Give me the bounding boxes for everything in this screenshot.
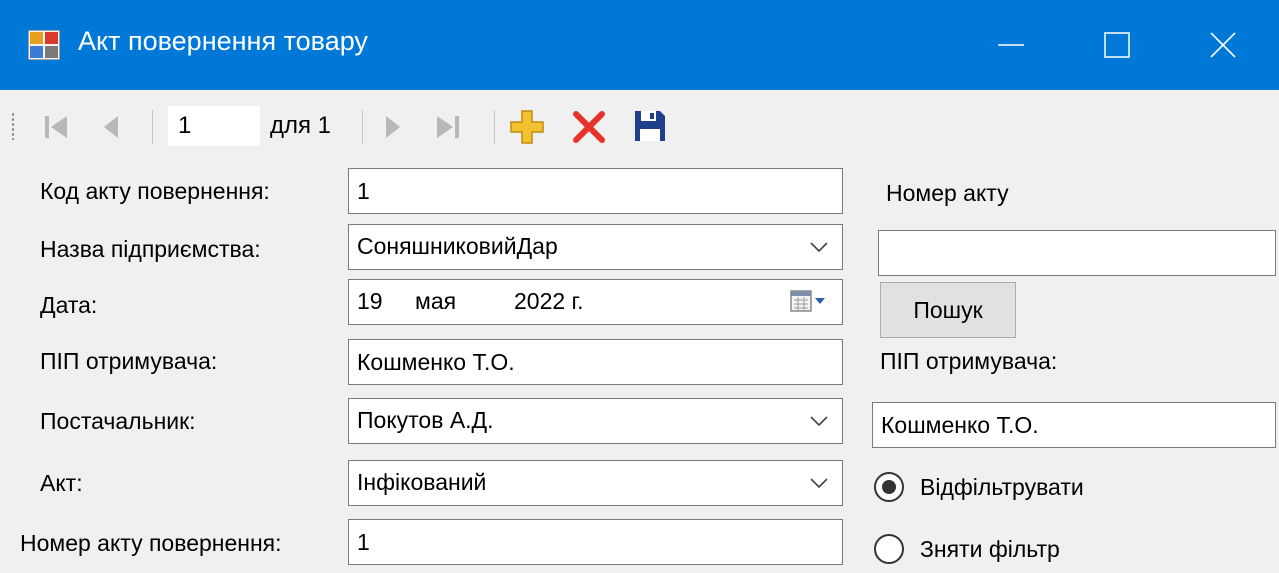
close-icon xyxy=(1210,32,1236,58)
window-title: Акт повернення товару xyxy=(78,26,368,56)
app-form-icon xyxy=(28,30,60,60)
delete-icon[interactable] xyxy=(570,108,608,146)
chevron-down-icon[interactable] xyxy=(810,477,828,489)
code-label: Код акту повернення: xyxy=(40,178,270,204)
act-number-label: Номер акту повернення: xyxy=(20,530,282,556)
recipient-label: ПІП отримувача: xyxy=(40,348,218,374)
search-button[interactable]: Пошук xyxy=(880,282,1016,338)
date-picker[interactable]: 19 мая 2022 г. xyxy=(348,279,843,325)
add-new-icon[interactable] xyxy=(508,108,546,146)
move-first-icon[interactable] xyxy=(40,110,74,144)
toolbar-separator xyxy=(494,110,495,144)
act-value: Інфікований xyxy=(357,469,487,495)
chevron-down-icon[interactable] xyxy=(810,241,828,253)
code-field[interactable] xyxy=(348,168,843,214)
search-act-number-label: Номер акту xyxy=(886,180,1009,206)
minimize-button[interactable] xyxy=(966,0,1056,90)
company-label: Назва підприємства: xyxy=(40,236,261,262)
position-input[interactable] xyxy=(168,106,260,146)
toolbar-grip[interactable] xyxy=(11,112,15,140)
search-act-number-input[interactable] xyxy=(879,231,1275,275)
filter-radio[interactable] xyxy=(874,472,904,502)
clear-filter-radio[interactable] xyxy=(874,534,904,564)
date-label: Дата: xyxy=(40,292,98,318)
code-input[interactable] xyxy=(349,169,842,213)
search-recipient-field[interactable] xyxy=(872,402,1276,448)
act-label: Акт: xyxy=(40,470,83,496)
toolbar-separator xyxy=(362,110,363,144)
radio-selected-dot xyxy=(882,480,896,494)
move-last-icon[interactable] xyxy=(430,110,464,144)
date-month[interactable]: мая xyxy=(415,288,456,315)
record-count-label: для 1 xyxy=(270,112,332,139)
toolbar-separator xyxy=(152,110,153,144)
company-combobox[interactable]: СоняшниковийДар xyxy=(348,224,843,270)
maximize-icon xyxy=(1104,32,1130,58)
date-day[interactable]: 19 xyxy=(357,288,383,315)
date-year[interactable]: 2022 г. xyxy=(514,288,584,315)
act-combobox[interactable]: Інфікований xyxy=(348,460,843,506)
supplier-value: Покутов А.Д. xyxy=(357,407,494,433)
company-value: СоняшниковийДар xyxy=(357,233,558,259)
supplier-label: Постачальник: xyxy=(40,408,196,434)
filter-option-label[interactable]: Відфільтрувати xyxy=(920,474,1084,501)
chevron-down-icon[interactable] xyxy=(810,415,828,427)
search-recipient-input[interactable] xyxy=(873,403,1275,447)
save-icon[interactable] xyxy=(632,108,668,144)
supplier-combobox[interactable]: Покутов А.Д. xyxy=(348,398,843,444)
search-recipient-label: ПІП отримувача: xyxy=(880,348,1058,374)
minimize-icon xyxy=(998,44,1024,46)
recipient-input[interactable] xyxy=(349,340,842,384)
maximize-button[interactable] xyxy=(1072,0,1162,90)
close-button[interactable] xyxy=(1178,0,1268,90)
move-previous-icon[interactable] xyxy=(94,110,128,144)
recipient-field[interactable] xyxy=(348,339,843,385)
move-next-icon[interactable] xyxy=(376,110,410,144)
search-act-number-field[interactable] xyxy=(878,230,1276,276)
title-bar: Акт повернення товару xyxy=(0,0,1279,90)
calendar-dropdown-icon[interactable] xyxy=(790,289,828,315)
act-number-input[interactable] xyxy=(349,520,842,564)
clear-filter-option-label[interactable]: Зняти фільтр xyxy=(920,536,1060,563)
act-number-field[interactable] xyxy=(348,519,843,565)
